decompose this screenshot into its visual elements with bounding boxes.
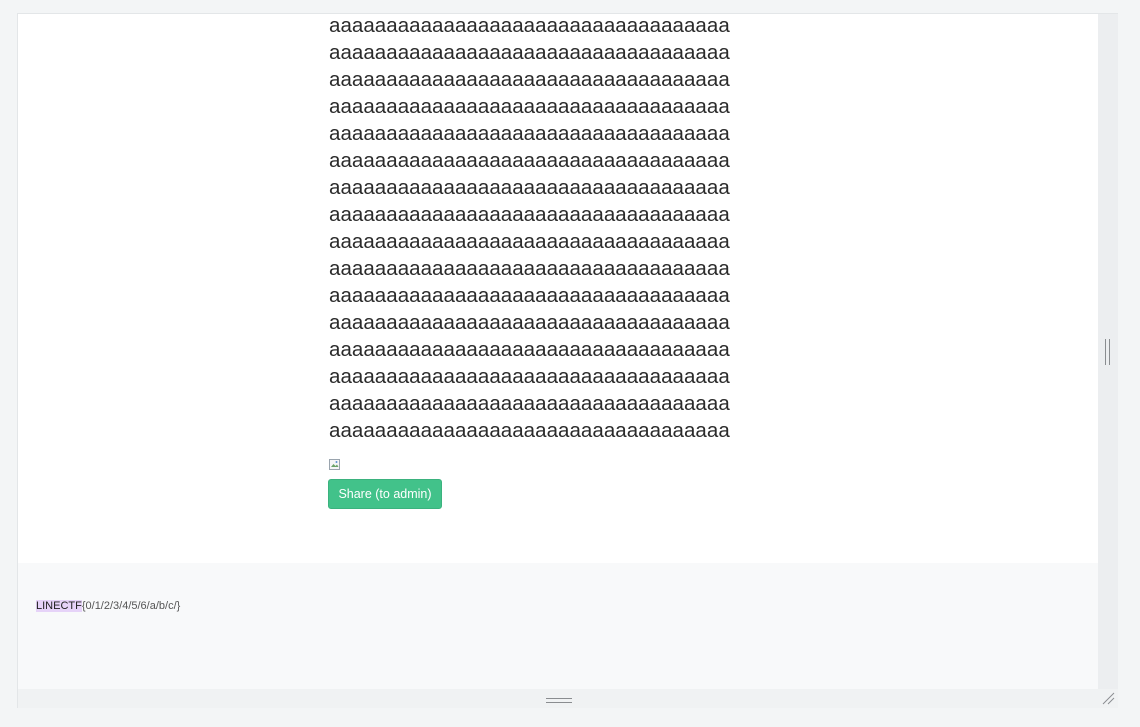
flag-value: {0/1/2/3/4/5/6/a/b/c/} — [81, 600, 181, 612]
text-line: aaaaaaaaaaaaaaaaaaaaaaaaaaaaaaaaaaa — [329, 14, 730, 37]
text-line: aaaaaaaaaaaaaaaaaaaaaaaaaaaaaaaaaaa — [329, 41, 730, 64]
text-line: aaaaaaaaaaaaaaaaaaaaaaaaaaaaaaaaaaa — [329, 365, 730, 388]
text-line: aaaaaaaaaaaaaaaaaaaaaaaaaaaaaaaaaaa — [329, 257, 730, 280]
text-line: aaaaaaaaaaaaaaaaaaaaaaaaaaaaaaaaaaa — [329, 176, 730, 199]
text-line: aaaaaaaaaaaaaaaaaaaaaaaaaaaaaaaaaaa — [329, 392, 730, 415]
broken-image-icon — [329, 459, 340, 470]
text-line: aaaaaaaaaaaaaaaaaaaaaaaaaaaaaaaaaaa — [329, 203, 730, 226]
flag-highlight: LINECTF — [36, 600, 82, 612]
text-line: aaaaaaaaaaaaaaaaaaaaaaaaaaaaaaaaaaa — [329, 122, 730, 145]
text-line: aaaaaaaaaaaaaaaaaaaaaaaaaaaaaaaaaaa — [329, 419, 730, 442]
flag-text: LINECTF{0/1/2/3/4/5/6/a/b/c/} — [36, 600, 180, 612]
text-line: aaaaaaaaaaaaaaaaaaaaaaaaaaaaaaaaaaa — [329, 230, 730, 253]
text-line: aaaaaaaaaaaaaaaaaaaaaaaaaaaaaaaaaaa — [329, 95, 730, 118]
share-to-admin-button[interactable]: Share (to admin) — [328, 479, 442, 509]
text-line: aaaaaaaaaaaaaaaaaaaaaaaaaaaaaaaaaaa — [329, 68, 730, 91]
text-line: aaaaaaaaaaaaaaaaaaaaaaaaaaaaaaaaaaa — [329, 149, 730, 172]
text-line: aaaaaaaaaaaaaaaaaaaaaaaaaaaaaaaaaaa — [329, 338, 730, 361]
vertical-grip-icon[interactable] — [1105, 339, 1111, 365]
text-line: aaaaaaaaaaaaaaaaaaaaaaaaaaaaaaaaaaa — [329, 284, 730, 307]
text-line: aaaaaaaaaaaaaaaaaaaaaaaaaaaaaaaaaaa — [329, 311, 730, 334]
output-panel: LINECTF{0/1/2/3/4/5/6/a/b/c/} — [18, 563, 1098, 689]
horizontal-grip-icon[interactable] — [546, 698, 572, 704]
text-block: aaaaaaaaaaaaaaaaaaaaaaaaaaaaaaaaaaa aaaa… — [329, 12, 730, 444]
preview-content: aaaaaaaaaaaaaaaaaaaaaaaaaaaaaaaaaaa aaaa… — [18, 14, 1098, 563]
resize-handle-icon[interactable] — [1100, 691, 1116, 705]
